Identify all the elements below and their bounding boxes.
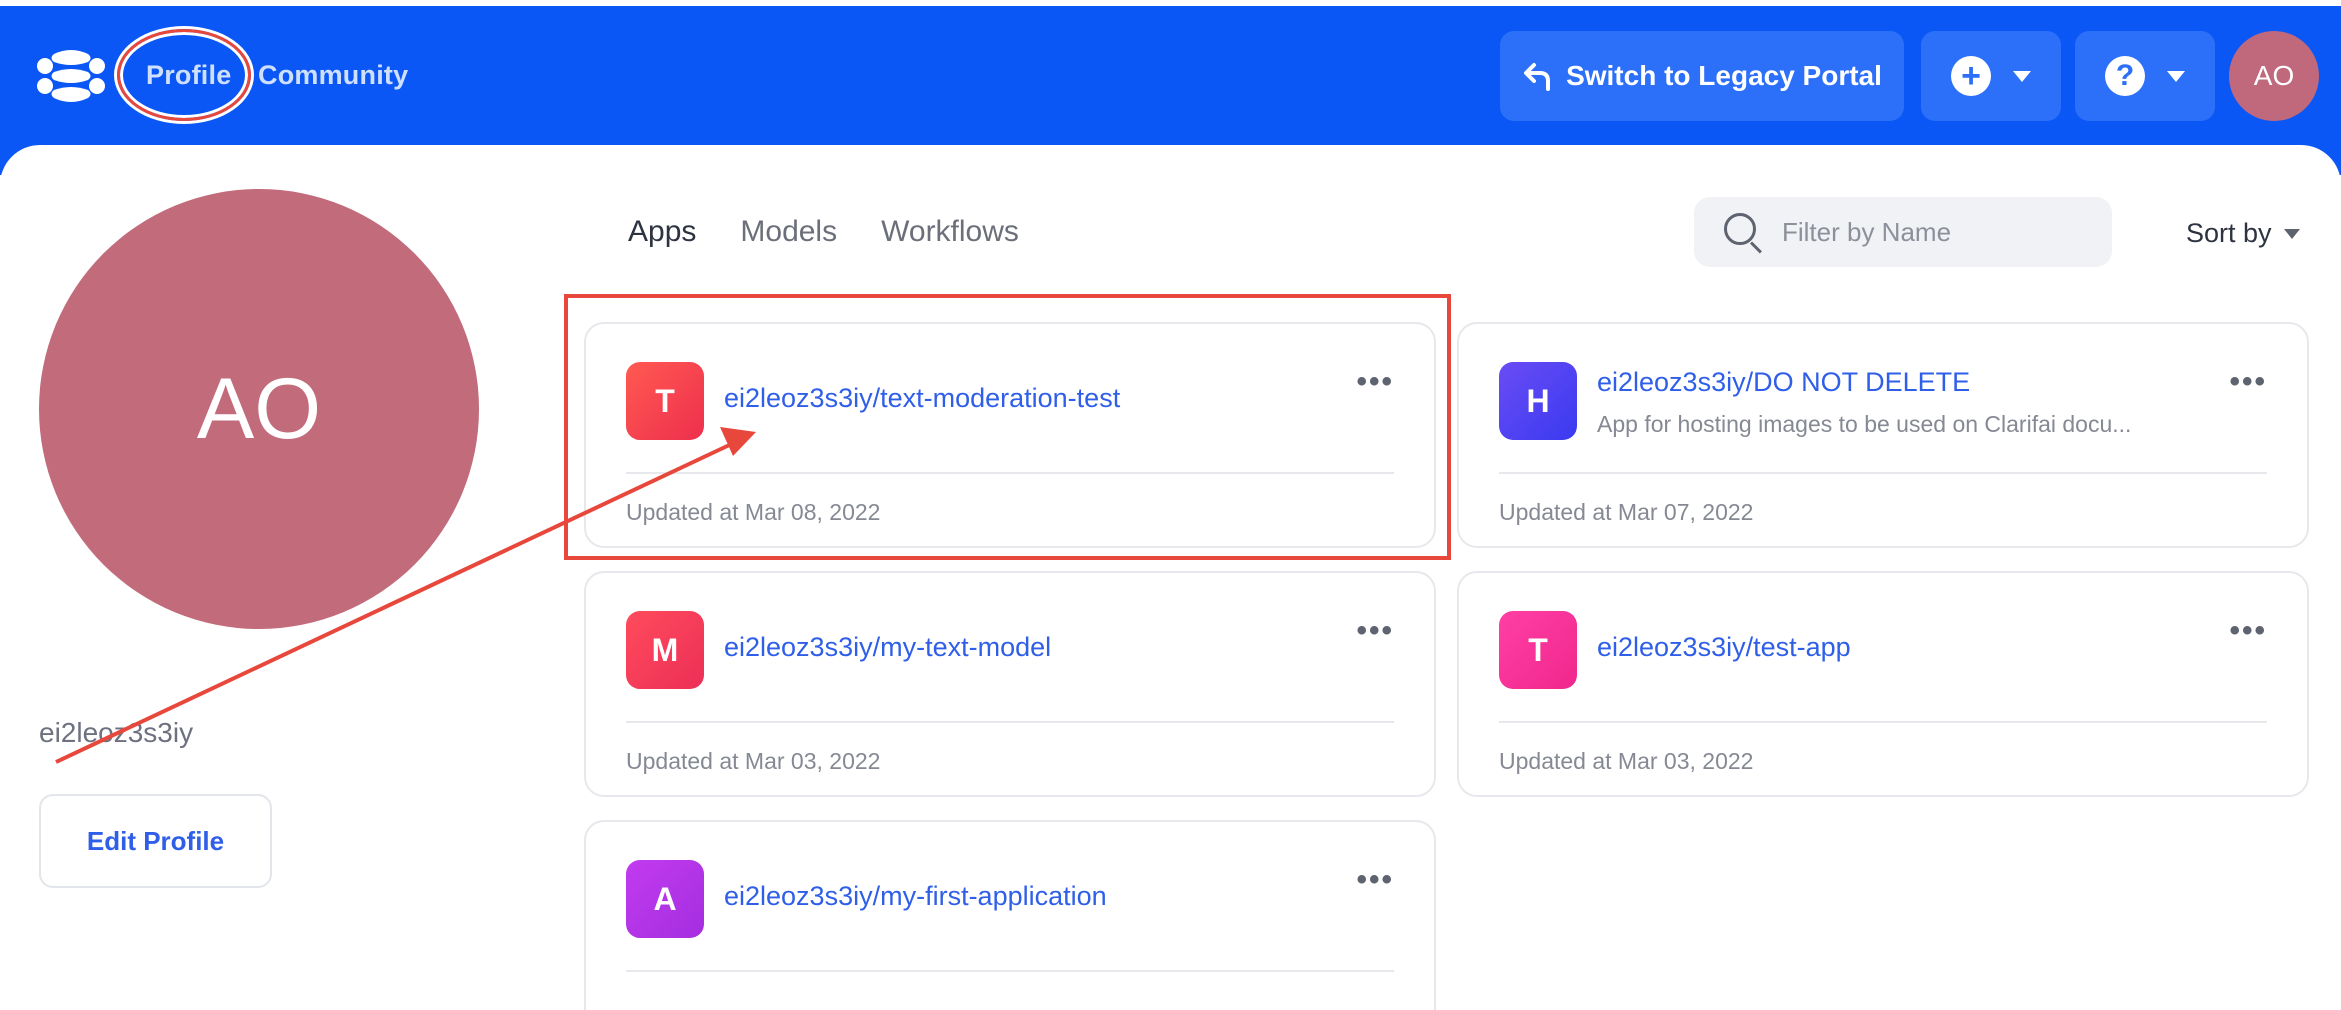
chevron-down-icon <box>2283 228 2300 239</box>
top-edge <box>0 0 2341 6</box>
app-initial-icon: M <box>626 611 704 689</box>
card-divider <box>626 472 1394 474</box>
app-card[interactable]: H ei2leoz3s3iy/DO NOT DELETE App for hos… <box>1457 322 2309 548</box>
app-updated-date: Updated at Mar 03, 2022 <box>1499 748 1754 774</box>
chevron-down-icon <box>2167 70 2185 82</box>
resource-tabs: Apps Models Workflows <box>628 215 1019 249</box>
app-title-link[interactable]: ei2leoz3s3iy/my-text-model <box>724 632 1051 663</box>
app-description: App for hosting images to be used on Cla… <box>1597 411 2132 437</box>
question-icon: ? <box>2105 56 2145 96</box>
app-updated-date: Updated at Mar 03, 2022 <box>626 748 881 774</box>
app-card[interactable]: T ei2leoz3s3iy/test-app ••• Updated at M… <box>1457 571 2309 797</box>
edit-profile-button[interactable]: Edit Profile <box>39 794 272 888</box>
chevron-down-icon <box>2013 70 2031 82</box>
user-avatar-button[interactable]: AO <box>2229 31 2319 121</box>
card-divider <box>626 721 1394 723</box>
undo-arrow-icon <box>1524 63 1551 91</box>
more-options-icon[interactable]: ••• <box>1356 367 1394 397</box>
switch-legacy-portal-label: Switch to Legacy Portal <box>1566 60 1882 91</box>
sort-by-label: Sort by <box>2186 218 2272 248</box>
tab-apps[interactable]: Apps <box>628 215 696 249</box>
filter-input[interactable] <box>1780 215 2080 249</box>
clarifai-logo-icon[interactable] <box>36 44 106 108</box>
sort-by-dropdown[interactable]: Sort by <box>2186 218 2300 249</box>
switch-legacy-portal-button[interactable]: Switch to Legacy Portal <box>1500 31 1904 121</box>
app-card[interactable]: A ei2leoz3s3iy/my-first-application ••• <box>584 820 1436 1010</box>
app-card[interactable]: M ei2leoz3s3iy/my-text-model ••• Updated… <box>584 571 1436 797</box>
app-updated-date: Updated at Mar 08, 2022 <box>626 499 881 525</box>
more-options-icon[interactable]: ••• <box>1356 865 1394 895</box>
profile-avatar: AO <box>39 189 479 629</box>
app-card[interactable]: T ei2leoz3s3iy/text-moderation-test ••• … <box>584 322 1436 548</box>
tab-models[interactable]: Models <box>740 215 837 249</box>
app-title-link[interactable]: ei2leoz3s3iy/text-moderation-test <box>724 383 1120 414</box>
app-updated-date: Updated at Mar 07, 2022 <box>1499 499 1754 525</box>
profile-username: ei2leoz3s3iy <box>39 717 194 748</box>
app-initial-icon: A <box>626 860 704 938</box>
app-title-link[interactable]: ei2leoz3s3iy/my-first-application <box>724 881 1107 912</box>
app-initial-icon: H <box>1499 362 1577 440</box>
more-options-icon[interactable]: ••• <box>1356 616 1394 646</box>
help-menu-button[interactable]: ? <box>2075 31 2215 121</box>
app-title-link[interactable]: ei2leoz3s3iy/test-app <box>1597 632 1851 663</box>
more-options-icon[interactable]: ••• <box>2229 616 2267 646</box>
app-initial-icon: T <box>1499 611 1577 689</box>
tab-workflows[interactable]: Workflows <box>881 215 1019 249</box>
app-title-link[interactable]: ei2leoz3s3iy/DO NOT DELETE <box>1597 367 1970 398</box>
plus-icon: + <box>1951 56 1991 96</box>
create-menu-button[interactable]: + <box>1921 31 2061 121</box>
top-nav-bar: Profile Community Switch to Legacy Porta… <box>0 0 2341 145</box>
card-divider <box>1499 721 2267 723</box>
app-initial-icon: T <box>626 362 704 440</box>
more-options-icon[interactable]: ••• <box>2229 367 2267 397</box>
card-divider <box>626 970 1394 972</box>
filter-by-name-field[interactable] <box>1694 197 2112 267</box>
nav-community-link[interactable]: Community <box>258 60 408 91</box>
search-icon <box>1722 211 1764 254</box>
profile-annotation-circle <box>117 29 251 121</box>
card-divider <box>1499 472 2267 474</box>
